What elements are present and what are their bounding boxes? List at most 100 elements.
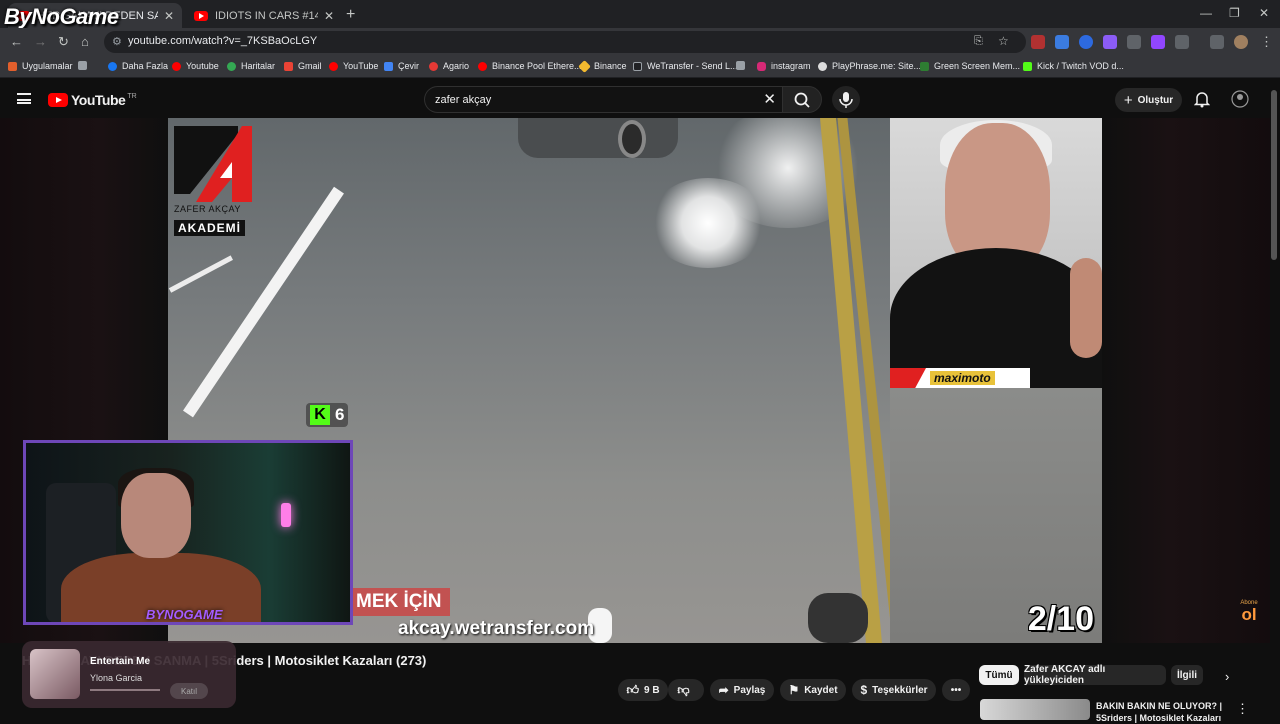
join-button[interactable]: Katıl: [170, 683, 208, 699]
reading-list-icon[interactable]: [1210, 35, 1224, 49]
rider-glove: [808, 593, 868, 643]
youtube-icon: [329, 61, 338, 71]
close-tab-icon[interactable]: ✕: [164, 9, 174, 23]
reload-icon[interactable]: ↻: [58, 34, 69, 50]
extensions-puzzle-icon[interactable]: [1175, 35, 1189, 49]
account-avatar[interactable]: [1230, 90, 1250, 110]
more-actions-button[interactable]: •••: [942, 679, 970, 701]
related-more-icon[interactable]: ⋮: [1236, 701, 1249, 717]
chip-from-uploader[interactable]: Zafer AKCAY adlı yükleyiciden: [1024, 664, 1166, 686]
site-info-icon[interactable]: ⚙: [112, 35, 122, 48]
album-art: [30, 649, 80, 699]
restore-icon[interactable]: ❐: [1229, 6, 1240, 20]
translate-icon: [384, 61, 393, 71]
bookmark-apps[interactable]: Uygulamalar: [8, 61, 73, 71]
clear-search-icon[interactable]: ✕: [763, 90, 776, 108]
instagram-icon: [757, 61, 766, 71]
extension-audio-icon[interactable]: [1079, 35, 1093, 49]
subscribe-watermark[interactable]: Abone ol: [1237, 600, 1261, 628]
youtube-icon: [172, 61, 181, 71]
bookmark-agario[interactable]: Agario: [429, 61, 469, 71]
bookmark-binance[interactable]: Binance: [578, 59, 627, 73]
bookmarks-bar: Uygulamalar Daha Fazla Youtube Haritalar…: [0, 56, 1280, 78]
search-button[interactable]: [782, 86, 822, 113]
webcam-brand-tag: BYNOGAME: [146, 607, 223, 622]
bookmark-grid[interactable]: [78, 61, 92, 70]
presenter-pip: maximoto: [890, 118, 1102, 388]
create-button[interactable]: + Oluştur: [1115, 88, 1182, 112]
apps-grid-icon: [8, 61, 17, 71]
related-video-title[interactable]: BAKIN BAKIN NE OLUYOR? | 5Sriders | Moto…: [1096, 700, 1222, 724]
create-label: Oluştur: [1137, 94, 1174, 106]
bookmark-youtube-2[interactable]: YouTube: [329, 61, 378, 71]
extension-twitch-icon[interactable]: [1151, 35, 1165, 49]
extension-image-icon[interactable]: [1127, 35, 1141, 49]
bookmark-kick[interactable]: Kick / Twitch VOD d...: [1023, 61, 1124, 71]
zafer-akcay-akademi-logo: ZAFER AKÇAY AKADEMİ: [172, 122, 252, 236]
chip-all[interactable]: Tümü: [979, 665, 1019, 685]
menu-icon[interactable]: [17, 93, 31, 104]
extension-translate-icon[interactable]: [1055, 35, 1069, 49]
share-button[interactable]: ➦ Paylaş: [710, 679, 774, 701]
related-video-thumbnail[interactable]: [980, 699, 1090, 720]
kick-icon: [1023, 61, 1032, 71]
bookmark-playphrase[interactable]: PlayPhrase.me: Site...: [818, 61, 921, 71]
binance-icon: [578, 59, 591, 73]
bookmark-facebook[interactable]: Daha Fazla: [108, 61, 168, 71]
more-icon: •••: [950, 684, 962, 696]
light-glare: [648, 178, 768, 268]
notifications-bell-icon[interactable]: [1193, 90, 1211, 113]
chevron-right-icon[interactable]: ›: [1225, 669, 1229, 684]
page-scrollbar[interactable]: [1270, 80, 1278, 720]
youtube-logo[interactable]: YouTube TR: [48, 92, 137, 108]
promo-url: akcay.wetransfer.com: [398, 618, 595, 639]
chip-related[interactable]: İlgili: [1171, 665, 1203, 685]
region-code: TR: [127, 92, 137, 100]
browser-tab-strip: HER SAKAYI DEDEN SANMA ✕ IDIOTS IN CARS …: [0, 0, 1280, 28]
grid-icon: [78, 61, 87, 70]
streamer-brand-logo: ByNoGame: [4, 4, 119, 29]
new-tab-button[interactable]: +: [346, 6, 355, 24]
omnibox[interactable]: ⚙ youtube.com/watch?v=_7KSBaOcLGY ⎘ ☆: [104, 31, 1026, 53]
kick-icon: K: [310, 405, 330, 425]
back-icon[interactable]: ←: [10, 34, 23, 49]
sponsor-icon: [890, 368, 926, 388]
minimize-icon[interactable]: —: [1200, 6, 1212, 20]
car-in-footage: [518, 118, 678, 158]
tab-title: IDIOTS IN CARS #145 - YouTube: [215, 9, 318, 22]
close-tab-icon[interactable]: ✕: [324, 9, 334, 23]
thanks-dollar-icon: $: [860, 683, 868, 697]
thanks-button[interactable]: $ Teşekkürler: [852, 679, 936, 701]
sponsor-banner: maximoto: [890, 368, 1030, 388]
profile-avatar-icon[interactable]: [1234, 35, 1248, 49]
extension-new-icon[interactable]: [1031, 35, 1045, 49]
dislike-button[interactable]: 👎︎: [668, 679, 704, 701]
scrollbar-thumb[interactable]: [1271, 90, 1277, 260]
bookmark-translate[interactable]: Çevir: [384, 61, 419, 71]
bookmark-maps[interactable]: Haritalar: [227, 61, 275, 71]
home-icon[interactable]: ⌂: [81, 34, 89, 49]
facebook-icon: [108, 61, 117, 71]
bookmark-binance-pool[interactable]: Binance Pool Ethere...: [478, 61, 582, 71]
save-button[interactable]: ⚑ Kaydet: [780, 679, 846, 701]
voice-search-button[interactable]: [832, 86, 860, 113]
bookmark-greenscreen[interactable]: Green Screen Mem...: [920, 61, 1020, 71]
search-input[interactable]: zafer akçay ✕: [424, 86, 782, 113]
bookmark-star-icon[interactable]: ☆: [998, 34, 1009, 48]
like-button[interactable]: 👍︎ 9 B: [618, 679, 668, 701]
extension-pen-icon[interactable]: [1103, 35, 1117, 49]
window-close-icon[interactable]: ✕: [1259, 6, 1269, 20]
bookmark-instagram[interactable]: instagram: [757, 61, 811, 71]
bookmark-doc[interactable]: [736, 61, 750, 70]
microphone-icon: [839, 92, 853, 108]
bookmark-gmail[interactable]: Gmail: [284, 61, 322, 71]
browser-tab[interactable]: IDIOTS IN CARS #145 - YouTube ✕: [186, 3, 342, 28]
za-logo-akademi: AKADEMİ: [174, 220, 245, 236]
bookmark-wetransfer[interactable]: WeTransfer - Send L...: [633, 61, 738, 71]
bookmark-youtube[interactable]: Youtube: [172, 61, 219, 71]
forward-icon[interactable]: →: [34, 34, 47, 49]
za-logo-mark: [174, 126, 252, 202]
browser-menu-icon[interactable]: ⋮: [1260, 34, 1273, 50]
install-app-icon[interactable]: ⎘: [974, 35, 983, 48]
gmail-icon: [284, 61, 293, 71]
